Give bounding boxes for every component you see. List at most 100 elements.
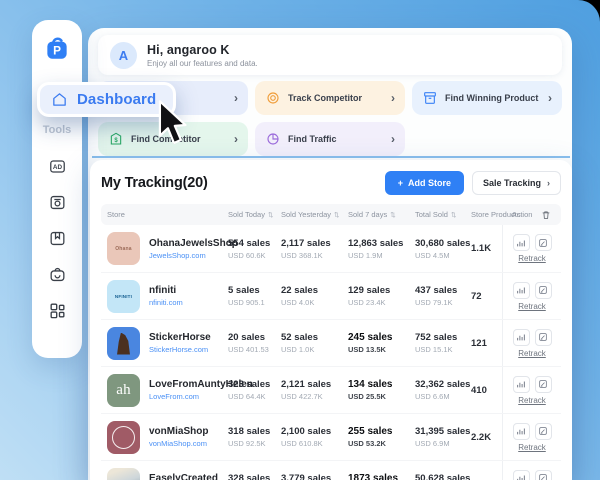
sold-7days-value: 129 sales [348,285,415,296]
sold-7days-value: 255 sales [348,426,415,437]
store-domain-link[interactable]: vonMiaShop.com [149,439,208,448]
apps-grid-icon[interactable] [48,301,67,320]
retrack-link[interactable]: Retrack [518,254,546,263]
user-header: A Hi, angaroo K Enjoy all our features a… [98,35,562,75]
feature-card-find-competitor[interactable]: $ Find Competitor › [98,122,248,156]
sold-7days-value: 134 sales [348,379,415,390]
greeting-text: Hi, angaroo K [147,43,258,57]
column-action: Action [502,210,561,220]
retrack-link[interactable]: Retrack [518,396,546,405]
column-sold-7days[interactable]: Sold 7 days⇅ [348,210,415,219]
sort-icon[interactable]: ⇅ [334,211,339,219]
product-scan-icon[interactable] [48,193,67,212]
column-total-sold[interactable]: Total Sold⇅ [415,210,471,219]
store-logo [107,327,140,360]
store-name: nfiniti [149,285,183,296]
chart-icon [516,285,526,295]
target-icon [265,90,281,106]
sold-yesterday-value: 22 sales [281,285,348,296]
table-row: StickerHorse StickerHorse.com 20 salesUS… [101,319,561,366]
greeting-subtitle: Enjoy all our features and data. [147,59,258,68]
analytics-button[interactable] [513,470,530,480]
store-domain-link[interactable]: StickerHorse.com [149,345,211,354]
analytics-button[interactable] [513,234,530,251]
feature-card-find-traffic[interactable]: Find Traffic › [255,122,405,156]
column-sold-today[interactable]: Sold Today⇅ [228,210,281,219]
store-products-value: 2.2K [471,432,502,443]
edit-button[interactable] [535,470,552,480]
chart-icon [516,332,526,342]
chevron-right-icon: › [234,92,238,104]
store-logo [107,421,140,454]
analytics-button[interactable] [513,423,530,440]
screen: P Tools AD A Hi, angaroo K [0,0,600,480]
retrack-link[interactable]: Retrack [518,443,546,452]
edit-icon [538,238,548,248]
analytics-button[interactable] [513,329,530,346]
sold-today-usd: USD 905.1 [228,298,281,307]
store-domain-link[interactable]: JewelsShop.com [149,251,238,260]
saved-products-icon[interactable] [48,229,67,248]
sale-tracking-button[interactable]: Sale Tracking › [472,171,561,195]
chart-icon [516,473,526,480]
store-basket-icon[interactable] [48,265,67,284]
feature-card-label: Find Competitor [131,134,201,144]
table-header: Store Sold Today⇅ Sold Yesterday⇅ Sold 7… [101,204,561,225]
sold-today-usd: USD 60.6K [228,251,281,260]
store-name: EaselyCreated [149,473,218,480]
svg-text:AD: AD [52,164,62,171]
table-row: NFINITI nfiniti nfiniti.com 5 sales USD 9… [101,272,561,319]
total-sold-usd: USD 6.9M [415,439,471,448]
column-sold-yesterday[interactable]: Sold Yesterday⇅ [281,210,348,219]
edit-button[interactable] [535,329,552,346]
dashboard-label: Dashboard [77,91,156,108]
sort-icon[interactable]: ⇅ [390,211,395,219]
store-logo: NFINITI [107,280,140,313]
store-logo [107,468,140,480]
feature-card-find-winning-product[interactable]: Find Winning Product › [412,81,562,115]
total-sold-usd: USD 4.5M [415,251,471,260]
sold-today-usd: USD 401.53 [228,345,281,354]
panel-title: My Tracking(20) [101,175,208,191]
sold-7days-usd: USD 13.5K [348,345,415,354]
edit-button[interactable] [535,282,552,299]
sold-today-value: 318 sales [228,426,281,437]
store-logo: Ohana [107,232,140,265]
total-sold-usd: USD 79.1K [415,298,471,307]
edit-icon [538,379,548,389]
edit-button[interactable] [535,234,552,251]
dashboard-nav-button[interactable]: Dashboard [37,82,176,117]
retrack-link[interactable]: Retrack [518,349,546,358]
sold-7days-value: 12,863 sales [348,238,415,249]
total-sold-value: 752 sales [415,332,471,343]
feature-card-label: Track Competitor [288,93,362,103]
ad-icon[interactable]: AD [48,157,67,176]
sold-yesterday-value: 2,117 sales [281,238,348,249]
analytics-button[interactable] [513,282,530,299]
sort-icon[interactable]: ⇅ [268,211,273,219]
sold-today-value: 5 sales [228,285,281,296]
sold-yesterday-usd: USD 422.7K [281,392,348,401]
app-logo[interactable]: P [42,33,72,63]
feature-card-track-competitor[interactable]: Track Competitor › [255,81,405,115]
avatar: A [110,42,137,69]
store-products-value: 72 [471,291,502,302]
delete-all-icon[interactable] [541,210,551,220]
retrack-link[interactable]: Retrack [518,302,546,311]
sold-yesterday-usd: USD 1.0K [281,345,348,354]
sold-7days-value: 245 sales [348,332,415,343]
edit-button[interactable] [535,376,552,393]
store-domain-link[interactable]: nfiniti.com [149,298,183,307]
edit-icon [538,332,548,342]
add-store-button[interactable]: + Add Store [385,171,464,195]
sold-yesterday-value: 3,779 sales [281,473,348,480]
sold-yesterday-value: 52 sales [281,332,348,343]
sort-icon[interactable]: ⇅ [451,211,456,219]
analytics-button[interactable] [513,376,530,393]
sold-today-value: 323 sales [228,379,281,390]
sidebar-nav: AD [48,157,67,320]
home-icon [51,91,68,108]
table-row: ah LoveFromAuntyHelen LoveFrom.com 323 s… [101,366,561,413]
edit-icon [538,426,548,436]
edit-button[interactable] [535,423,552,440]
